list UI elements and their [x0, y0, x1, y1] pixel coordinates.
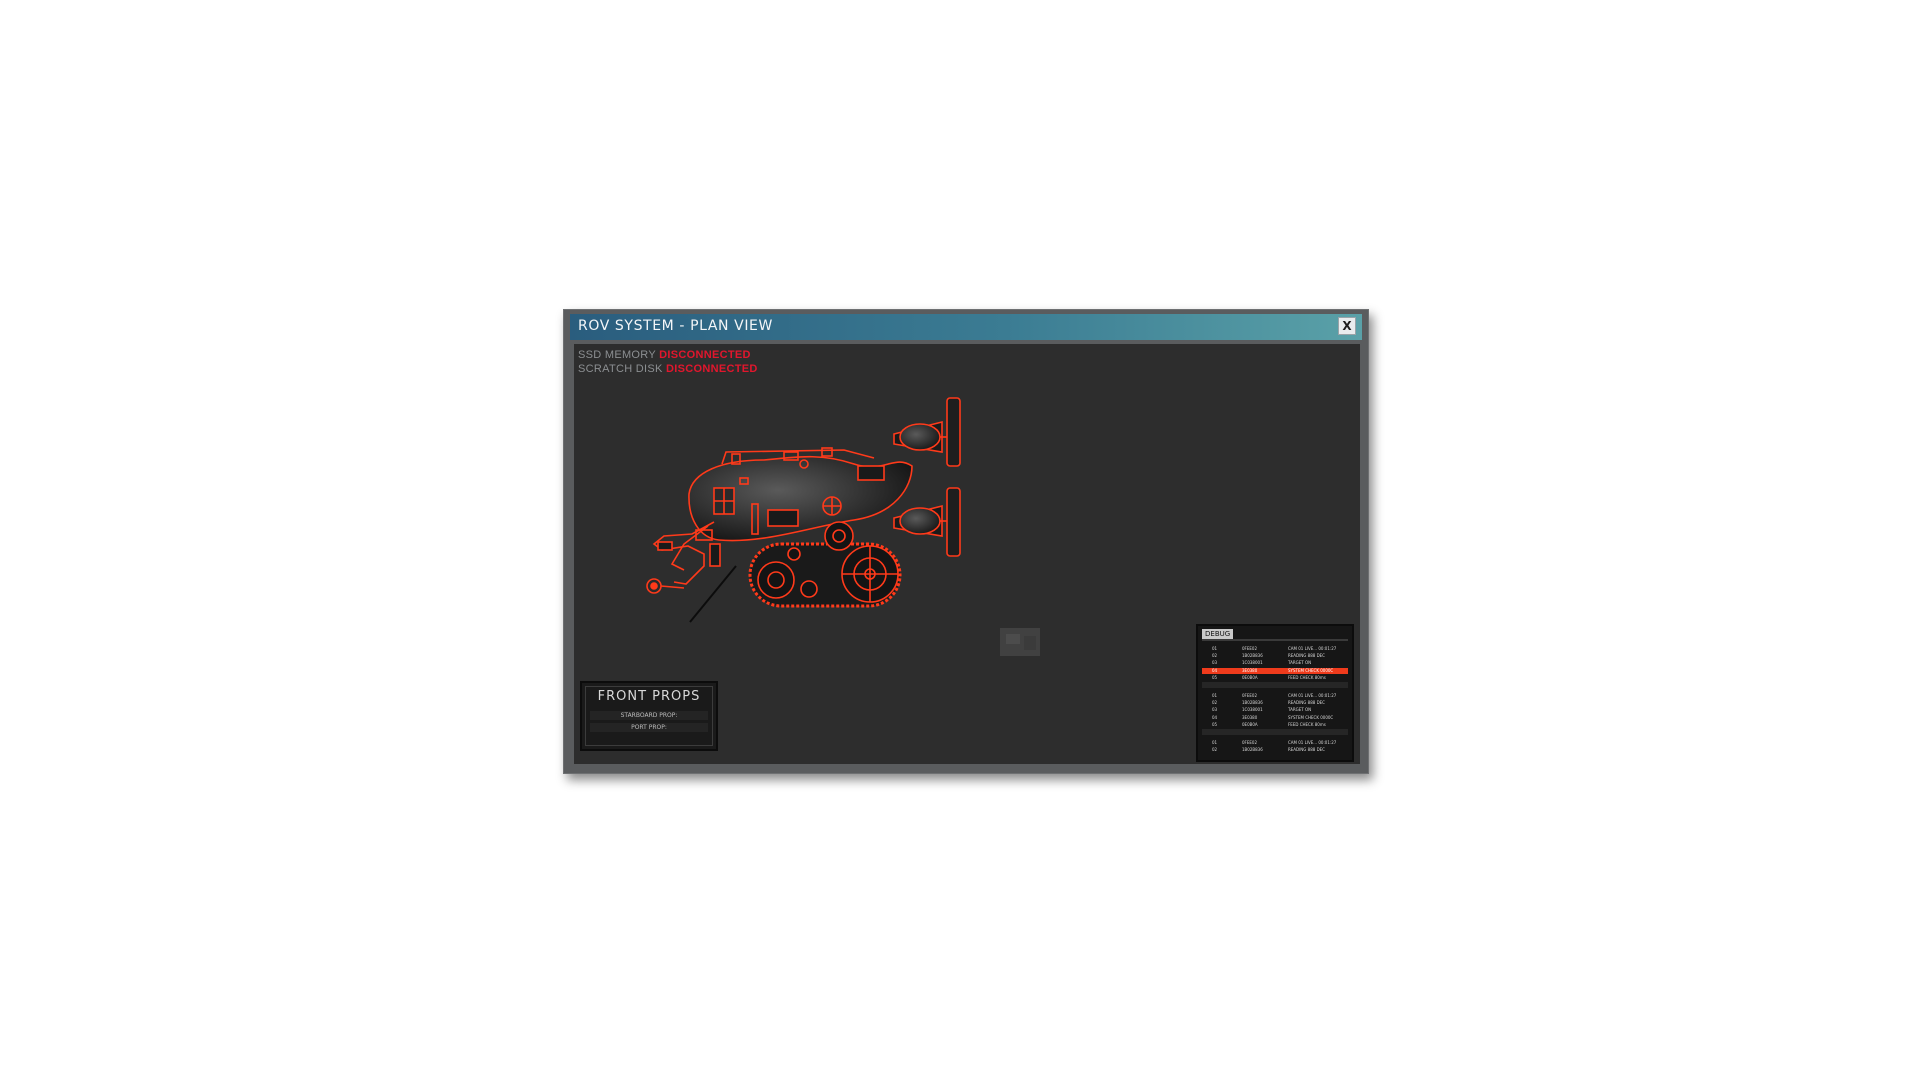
debug-index: 05	[1212, 674, 1218, 680]
debug-message: SYSTEM CHECK 0000C	[1288, 667, 1334, 673]
debug-row[interactable]: 04 3E0380 SYSTEM CHECK 0000C	[1202, 667, 1348, 674]
debug-tab[interactable]: DEBUG	[1202, 629, 1234, 639]
debug-message: READING 888 DEC	[1288, 747, 1325, 753]
front-props-panel: FRONT PROPS STARBOARD PROP: PORT PROP:	[580, 681, 718, 751]
debug-row[interactable]: 05 0E0B0A FEED CHECK 80ms	[1202, 675, 1348, 681]
ssd-memory-status: SSD MEMORY DISCONNECTED	[578, 349, 751, 361]
debug-code: 1B02B836	[1242, 747, 1263, 753]
debug-code: 1C038001	[1242, 707, 1263, 713]
scratch-disk-label: SCRATCH DISK	[578, 363, 663, 375]
debug-code: 1B02B836	[1242, 700, 1263, 706]
debug-code: 3E0380	[1242, 714, 1258, 720]
rov-wireframe-diagram	[646, 397, 961, 623]
debug-index: 02	[1212, 653, 1218, 659]
debug-message: FEED CHECK 80ms	[1288, 721, 1326, 727]
debug-code: 1B02B836	[1242, 653, 1263, 659]
debug-index: 01	[1212, 646, 1218, 651]
debug-row[interactable]: 02 1B02B836 READING 888 DEC	[1202, 747, 1348, 753]
debug-index: 02	[1212, 700, 1218, 706]
debug-row[interactable]: 01 0FEE02 CAM 01 LIVE... 00:01:27	[1202, 646, 1348, 652]
close-button[interactable]: X	[1338, 317, 1356, 335]
debug-message: READING 888 DEC	[1288, 700, 1325, 706]
debug-code: 1C038001	[1242, 660, 1263, 666]
port-prop-row: PORT PROP:	[590, 723, 708, 732]
debug-message: READING 888 DEC	[1288, 653, 1325, 659]
debug-separator	[1202, 682, 1348, 688]
debug-index: 02	[1212, 747, 1218, 753]
debug-separator	[1202, 729, 1348, 735]
ssd-memory-label: SSD MEMORY	[578, 349, 656, 361]
debug-code: 0E0B0A	[1242, 674, 1258, 680]
debug-message: SYSTEM CHECK 0000C	[1288, 714, 1334, 720]
ssd-memory-value: DISCONNECTED	[659, 349, 751, 361]
debug-message: TARGET ON	[1288, 707, 1312, 713]
debug-panel: DEBUG 01 0FEE02 CAM 01 LIVE... 00:01:27 02 1…	[1196, 624, 1354, 762]
debug-row[interactable]: 02 1B02B836 READING 888 DEC	[1202, 653, 1348, 659]
debug-code: 0FEE02	[1242, 740, 1257, 745]
debug-message: CAM 01 LIVE... 00:01:27	[1288, 740, 1337, 745]
front-props-title: FRONT PROPS	[597, 689, 701, 704]
ghost-preview-image	[1000, 628, 1040, 656]
debug-message: CAM 01 LIVE... 00:01:27	[1288, 693, 1337, 698]
window-title: ROV SYSTEM - PLAN VIEW	[578, 318, 773, 334]
starboard-prop-row: STARBOARD PROP:	[590, 711, 708, 720]
debug-row[interactable]: 02 1B02B836 READING 888 DEC	[1202, 700, 1348, 706]
debug-row[interactable]: 05 0E0B0A FEED CHECK 80ms	[1202, 722, 1348, 728]
debug-index: 01	[1212, 740, 1218, 745]
debug-index: 04	[1212, 714, 1218, 720]
debug-row[interactable]: 01 0FEE02 CAM 01 LIVE... 00:01:27	[1202, 740, 1348, 746]
debug-index: 05	[1212, 721, 1218, 727]
debug-code: 3E0380	[1242, 667, 1258, 673]
rov-system-window: ROV SYSTEM - PLAN VIEW X SSD MEMORY DISC…	[563, 309, 1369, 774]
scratch-disk-value: DISCONNECTED	[666, 363, 758, 375]
upper-thruster	[893, 397, 961, 467]
callout-line	[689, 565, 737, 623]
debug-header-bar	[1202, 639, 1348, 641]
debug-index: 03	[1212, 660, 1218, 666]
debug-message: TARGET ON	[1288, 660, 1312, 666]
debug-code: 0E0B0A	[1242, 721, 1258, 727]
debug-index: 01	[1212, 693, 1218, 698]
debug-message: FEED CHECK 80ms	[1288, 674, 1326, 680]
debug-code: 0FEE02	[1242, 646, 1257, 651]
debug-row[interactable]: 03 1C038001 TARGET ON	[1202, 707, 1348, 713]
debug-index: 03	[1212, 707, 1218, 713]
debug-row[interactable]: 01 0FEE02 CAM 01 LIVE... 00:01:27	[1202, 693, 1348, 699]
debug-index: 04	[1212, 667, 1218, 673]
plan-view-panel: SSD MEMORY DISCONNECTED SCRATCH DISK DIS…	[574, 344, 1360, 764]
scratch-disk-status: SCRATCH DISK DISCONNECTED	[578, 363, 758, 375]
debug-row[interactable]: 04 3E0380 SYSTEM CHECK 0000C	[1202, 715, 1348, 721]
debug-row[interactable]: 03 1C038001 TARGET ON	[1202, 660, 1348, 666]
debug-code: 0FEE02	[1242, 693, 1257, 698]
lower-thruster	[893, 487, 961, 557]
debug-message: CAM 01 LIVE... 00:01:27	[1288, 646, 1337, 651]
window-titlebar[interactable]: ROV SYSTEM - PLAN VIEW X	[570, 314, 1362, 340]
